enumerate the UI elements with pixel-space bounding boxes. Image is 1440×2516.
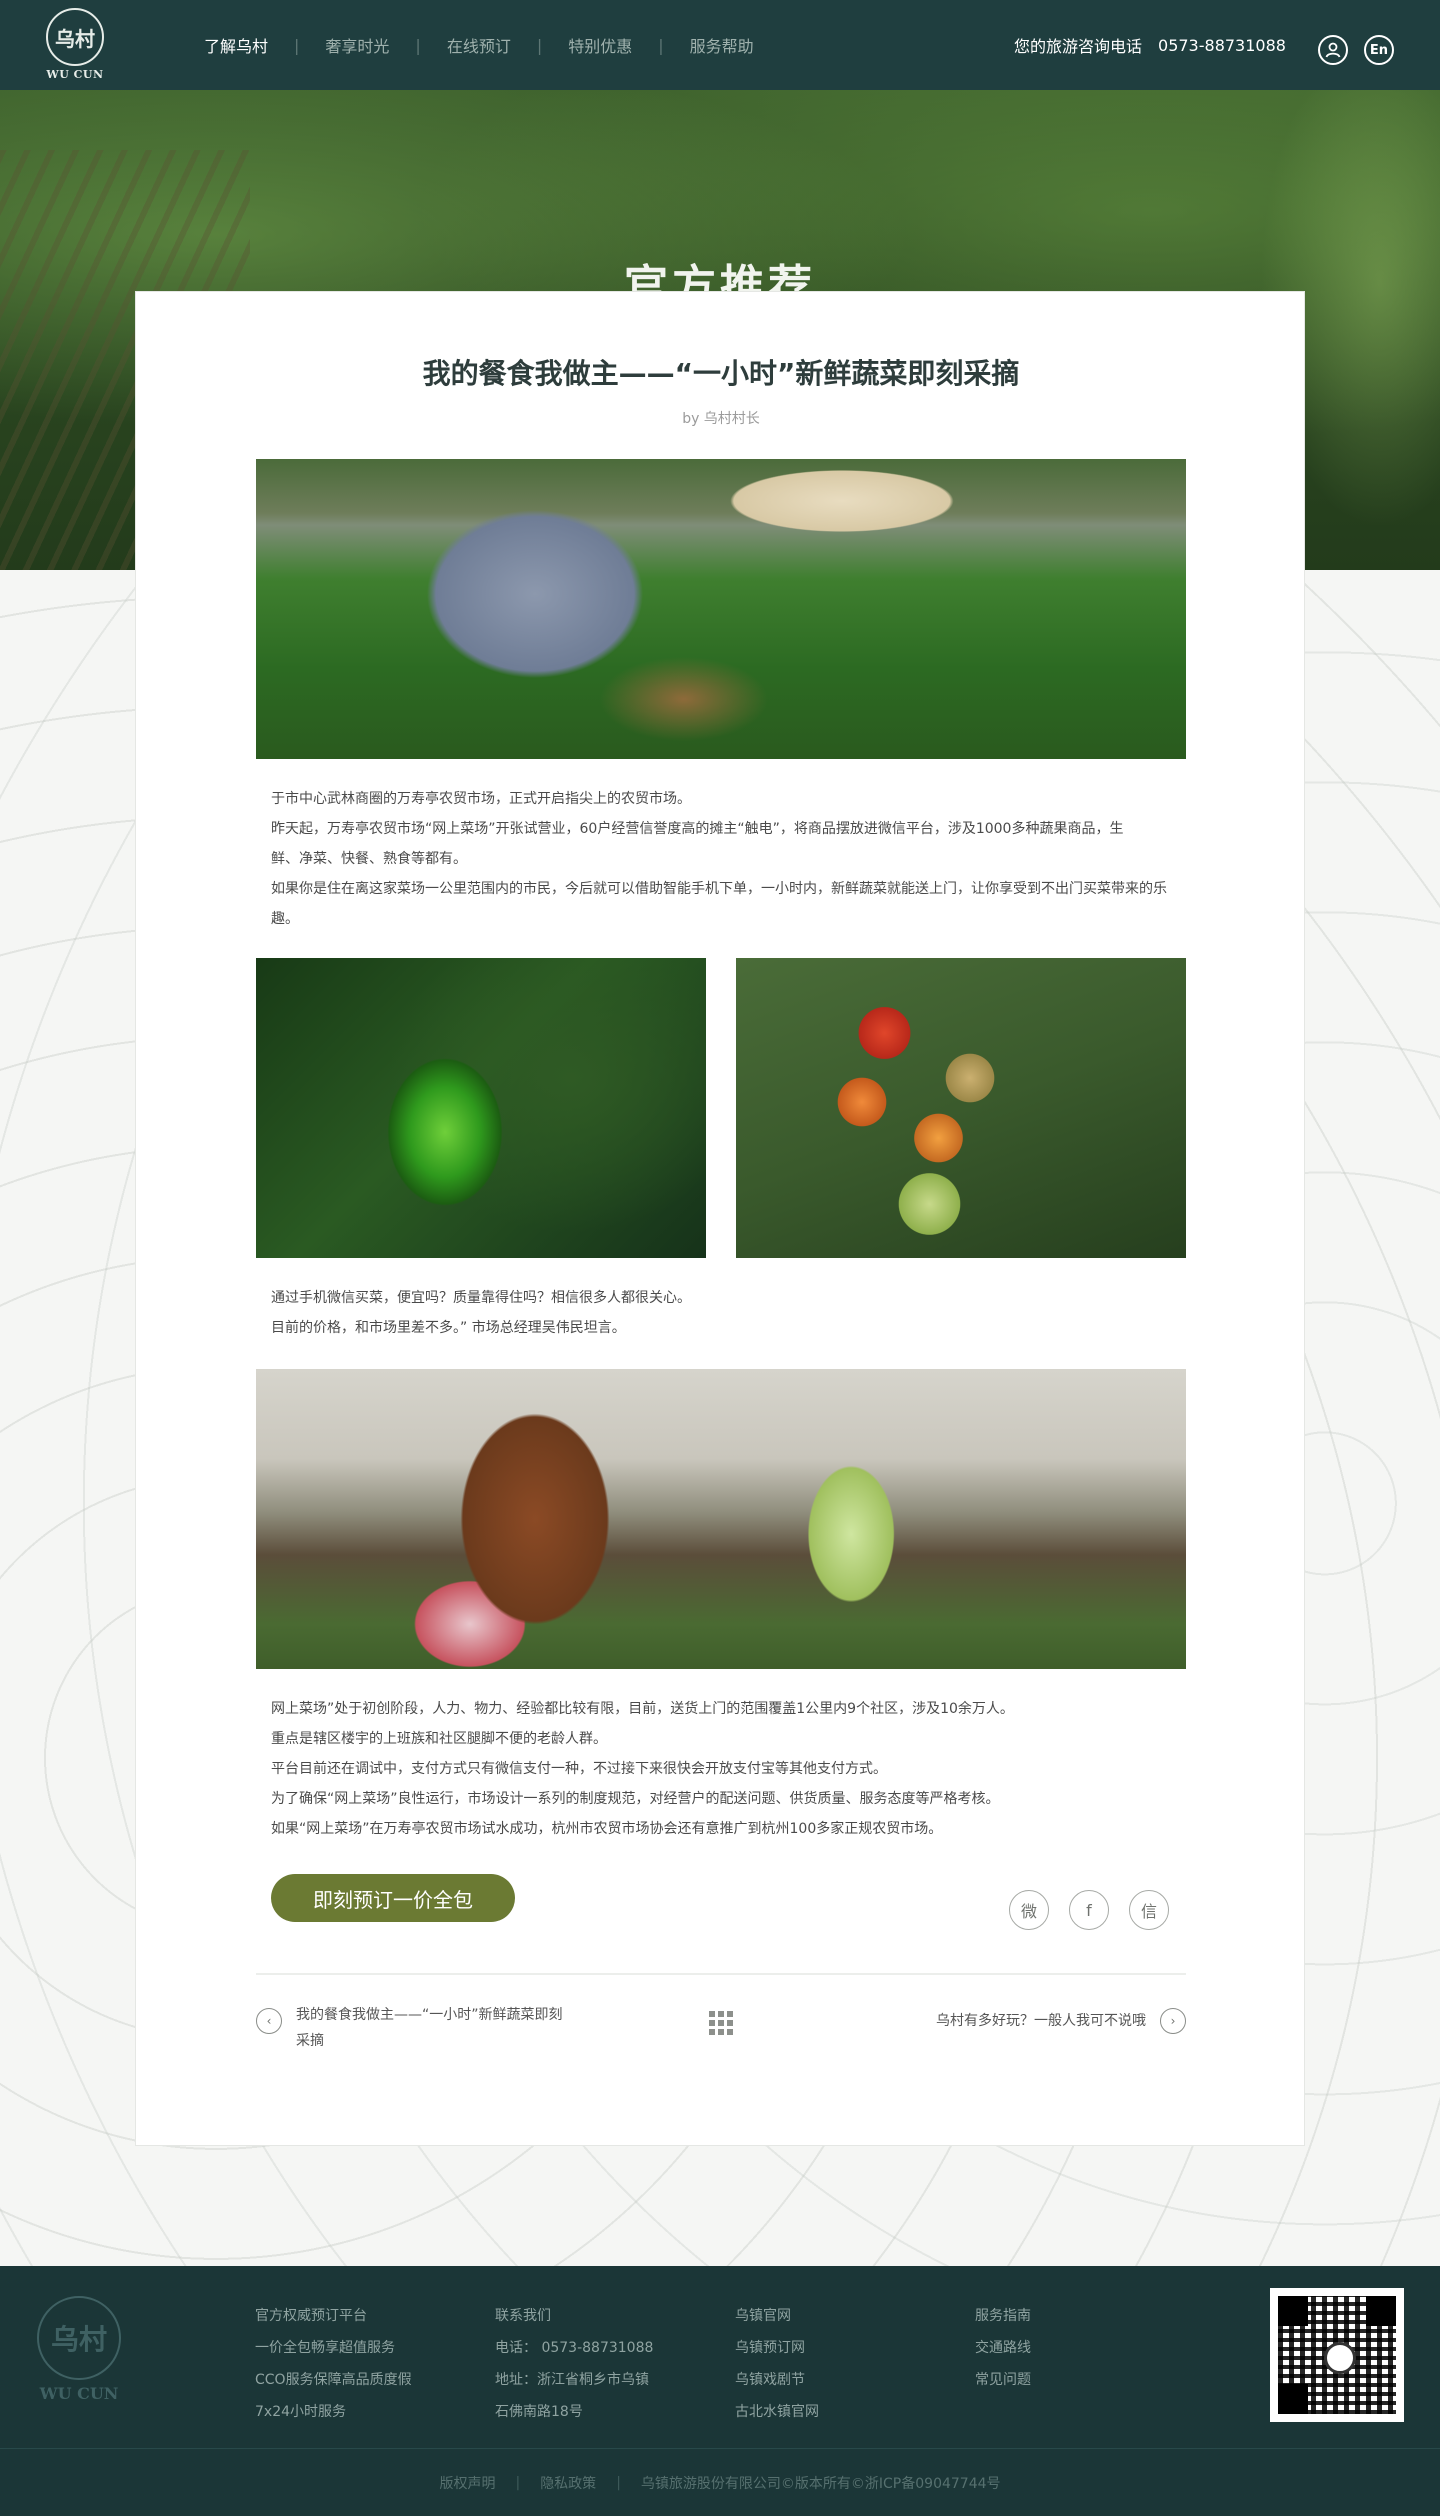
footer-link[interactable]: 乌镇官网 [735,2300,819,2332]
image-green-pepper [256,958,706,1258]
article-paragraph-3: 网上菜场”处于初创阶段，人力、物力、经验都比较有限，目前，送货上门的范围覆盖1公… [271,1694,1201,1844]
paragraph-line: 鲜、净菜、快餐、熟食等都有。 [271,851,467,867]
paragraph-line: 为了确保“网上菜场”良性运行，市场设计一系列的制度规范，对经营户的配送问题、供货… [271,1791,1000,1807]
nav-item-offers[interactable]: 特别优惠 [568,33,632,57]
prev-article-link[interactable]: 我的餐食我做主——“一小时”新鲜蔬菜即刻采摘 [296,2002,566,2054]
footer-column-sites: 乌镇官网 乌镇预订网 乌镇戏剧节 古北水镇官网 [735,2300,819,2428]
hotline-number[interactable]: 0573-88731088 [1158,36,1286,55]
grid-icon[interactable] [709,2011,733,2035]
paragraph-line: 网上菜场”处于初创阶段，人力、物力、经验都比较有限，目前，送货上门的范围覆盖1公… [271,1701,1014,1717]
next-arrow-icon[interactable]: › [1160,2008,1186,2034]
footer-link[interactable]: 常见问题 [975,2364,1031,2396]
grid-dot [709,2029,715,2035]
nav-item-luxury[interactable]: 奢享时光 [325,33,389,57]
grid-dot [718,2011,724,2017]
grid-dot [727,2029,733,2035]
nav-separator: | [415,35,421,55]
user-icon-glyph [1325,42,1341,58]
footer-text: 电话： 0573-88731088 [495,2340,654,2356]
footer-link[interactable]: 联系我们 [495,2300,653,2332]
nav-item-about[interactable]: 了解乌村 [204,33,268,57]
chevron-right-icon: › [1170,2014,1176,2028]
footer-link[interactable]: 一价全包畅享超值服务 [255,2332,412,2364]
footer-logo: 乌村 WU CUN [36,2296,122,2406]
grid-dot [709,2011,715,2017]
language-label: En [1369,42,1389,58]
logo-emblem: 乌村 [46,8,104,66]
image-tomatoes [736,958,1186,1258]
footer-link[interactable]: 乌镇戏剧节 [735,2364,819,2396]
article-card: 我的餐食我做主——“一小时”新鲜蔬菜即刻采摘 by 乌村村长 于市中心武林商圈的… [135,291,1305,2146]
copyright-link-notice[interactable]: 版权声明 [439,2473,495,2493]
copyright-text: 乌镇旅游股份有限公司©版本所有©浙ICP备09047744号 [640,2475,1001,2492]
footer-link[interactable]: 乌镇预订网 [735,2332,819,2364]
footer-link[interactable]: 服务指南 [975,2300,1031,2332]
grid-dot [718,2020,724,2026]
facebook-share-icon[interactable]: f [1069,1890,1109,1930]
nav-item-booking[interactable]: 在线预订 [447,33,511,57]
footer-logo-emblem: 乌村 [37,2296,121,2380]
footer-link[interactable]: 交通路线 [975,2332,1031,2364]
paragraph-line: 重点是辖区楼宇的上班族和社区腿脚不便的老龄人群。 [271,1731,607,1747]
article-title: 我的餐食我做主——“一小时”新鲜蔬菜即刻采摘 [422,357,1020,390]
user-icon[interactable] [1318,35,1348,65]
article-author: by 乌村村长 [682,411,760,427]
copyright-link-privacy[interactable]: 隐私政策 [540,2473,596,2493]
main-nav: 了解乌村 | 奢享时光 | 在线预订 | 特别优惠 | 服务帮助 [204,0,754,90]
image-girl-picking-cabbage [256,1369,1186,1669]
hotline-label: 您的旅游咨询电话 [1014,37,1143,56]
footer-column-services: 官方权威预订平台 一价全包畅享超值服务 CCO服务保障高品质度假 7x24小时服… [255,2300,412,2428]
paragraph-line: 昨天起，万寿亭农贸市场“网上菜场”开张试营业，60户经营信誉度高的摊主“触电”，… [271,821,1124,837]
weibo-share-icon[interactable]: 微 [1009,1890,1049,1930]
site-logo[interactable]: 乌村 WU CUN [44,8,106,84]
weibo-icon: 微 [1020,1902,1037,1921]
nav-separator: | [294,35,300,55]
nav-separator: | [658,35,664,55]
footer-link[interactable]: 古北水镇官网 [735,2396,819,2428]
footer: 乌村 WU CUN 官方权威预订平台 一价全包畅享超值服务 CCO服务保障高品质… [0,2266,1440,2516]
footer-logo-text: WU CUN [39,2384,119,2403]
chevron-left-icon: ‹ [266,2014,272,2028]
footer-link[interactable]: 7x24小时服务 [255,2396,412,2428]
paragraph-line: 平台目前还在调试中，支付方式只有微信支付一种，不过接下来很快会开放支付宝等其他支… [271,1761,887,1777]
footer-link[interactable]: 官方权威预订平台 [255,2300,412,2332]
facebook-icon: f [1086,1900,1092,1920]
wechat-share-icon[interactable]: 信 [1129,1890,1169,1930]
footer-column-help: 服务指南 交通路线 常见问题 [975,2300,1031,2396]
nav-separator: | [536,35,543,55]
divider [256,1973,1186,1975]
footer-link[interactable]: CCO服务保障高品质度假 [255,2364,412,2396]
footer-text: 地址：浙江省桐乡市乌镇 [495,2372,649,2388]
hotline: 您的旅游咨询电话 0573-88731088 [1014,0,1286,90]
copyright-bar: 版权声明 | 隐私政策 | 乌镇旅游股份有限公司©版本所有©浙ICP备09047… [0,2449,1440,2516]
paragraph-line: 通过手机微信买菜，便宜吗？质量靠得住吗？相信很多人都很关心。 [271,1290,691,1306]
book-now-button[interactable]: 即刻预订一价全包 [271,1874,515,1922]
grid-dot [709,2020,715,2026]
copyright-separator: | [616,2474,621,2491]
paragraph-line: 目前的价格，和市场里差不多。” 市场总经理吴伟民坦言。 [271,1320,626,1336]
footer-column-contact: 联系我们 电话： 0573-88731088 地址：浙江省桐乡市乌镇 石佛南路1… [495,2300,653,2428]
article-paragraph-1: 于市中心武林商圈的万寿亭农贸市场，正式开启指尖上的农贸市场。 昨天起，万寿亭农贸… [271,784,1201,934]
nav-item-help[interactable]: 服务帮助 [690,33,754,57]
qr-code [1270,2288,1404,2422]
wechat-icon: 信 [1140,1902,1157,1921]
prev-arrow-icon[interactable]: ‹ [256,2008,282,2034]
paragraph-line: 如果你是住在离这家菜场一公里范围内的市民，今后就可以借助智能手机下单，一小时内，… [271,881,1167,897]
language-switch-button[interactable]: En [1364,35,1394,65]
qr-code-pattern [1278,2296,1396,2414]
grid-dot [727,2020,733,2026]
top-navigation: 乌村 WU CUN 了解乌村 | 奢享时光 | 在线预订 | 特别优惠 | 服务… [0,0,1440,90]
paragraph-line: 趣。 [271,911,299,927]
article-paragraph-2: 通过手机微信买菜，便宜吗？质量靠得住吗？相信很多人都很关心。 目前的价格，和市场… [271,1283,1201,1343]
image-farmer-in-field [256,459,1186,759]
footer-text: 石佛南路18号 [495,2404,583,2420]
paragraph-line: 于市中心武林商圈的万寿亭农贸市场，正式开启指尖上的农贸市场。 [271,791,691,807]
grid-dot [718,2029,724,2035]
logo-text: WU CUN [46,68,104,81]
grid-dot [727,2011,733,2017]
paragraph-line: 如果“网上菜场”在万寿亭农贸市场试水成功，杭州市农贸市场协会还有意推广到杭州10… [271,1821,943,1837]
next-article-link[interactable]: 乌村有多好玩？一般人我可不说哦 [896,2008,1146,2034]
copyright-separator: | [515,2474,521,2491]
